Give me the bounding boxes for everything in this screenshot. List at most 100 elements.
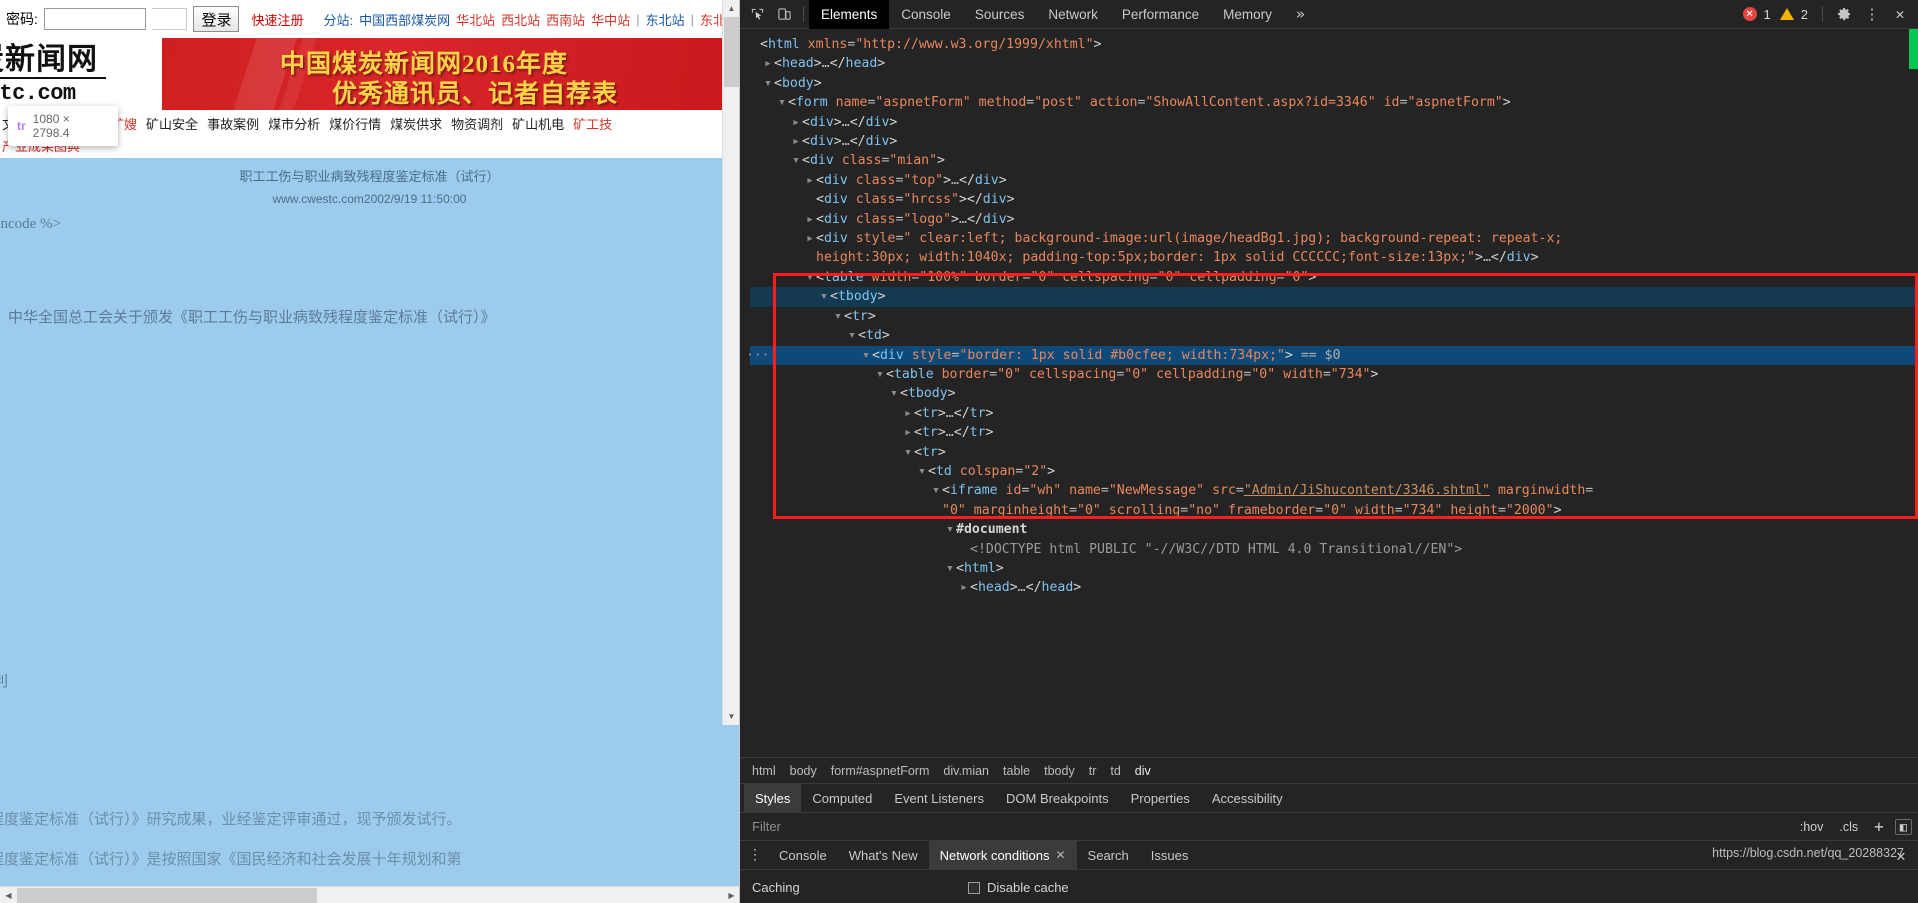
tab-console[interactable]: Console xyxy=(889,0,963,29)
login-button[interactable]: 登录 xyxy=(193,6,240,32)
substation-link-2[interactable]: 西北站 xyxy=(501,10,540,29)
substation-link-5[interactable]: 东北站 xyxy=(646,10,685,29)
breadcrumb-item-td[interactable]: td xyxy=(1110,764,1120,778)
gear-icon[interactable] xyxy=(1832,2,1856,26)
nav-item-4[interactable]: 事故案例 xyxy=(207,114,259,133)
dom-node-line[interactable]: ▾ <td colspan="2"> xyxy=(750,462,1918,481)
quick-register-link[interactable]: 快速注册 xyxy=(251,10,303,29)
tab-elements[interactable]: Elements xyxy=(809,0,890,29)
site-logo[interactable]: 炭新闻网 estc.com xyxy=(0,38,162,110)
disable-cache-row[interactable]: Disable cache xyxy=(968,880,1069,895)
drawer-tab-network-conditions[interactable]: Network conditions ✕ xyxy=(928,841,1077,869)
tab-accessibility[interactable]: Accessibility xyxy=(1201,784,1294,812)
tab-properties[interactable]: Properties xyxy=(1120,784,1201,812)
toggle-panel-icon[interactable]: ◧ xyxy=(1894,818,1912,835)
nav-item-10[interactable]: 矿工技 xyxy=(573,114,612,133)
dom-node-line[interactable]: ·height:30px; width:1040x; padding-top:5… xyxy=(750,248,1918,267)
substation-link-3[interactable]: 西南站 xyxy=(546,10,585,29)
drawer-tab-issues[interactable]: Issues xyxy=(1140,841,1200,869)
breadcrumb-item-tbody[interactable]: tbody xyxy=(1044,764,1075,778)
dom-node-line[interactable]: ▾ #document xyxy=(750,520,1918,539)
nav-item-5[interactable]: 煤市分析 xyxy=(268,114,320,133)
tab-event-listeners[interactable]: Event Listeners xyxy=(883,784,995,812)
tab-sources[interactable]: Sources xyxy=(963,0,1037,29)
tab-computed[interactable]: Computed xyxy=(801,784,883,812)
tab-network[interactable]: Network xyxy=(1036,0,1110,29)
breadcrumb-item-html[interactable]: html xyxy=(752,764,776,778)
drawer-tab-search[interactable]: Search xyxy=(1077,841,1140,869)
error-badge-icon[interactable]: ✕ xyxy=(1742,7,1757,21)
dom-node-line[interactable]: ·<!DOCTYPE html PUBLIC "-//W3C//DTD HTML… xyxy=(750,540,1918,559)
device-toolbar-icon[interactable] xyxy=(771,2,798,27)
dom-node-line[interactable]: ▾ <tr> xyxy=(750,443,1918,462)
breadcrumb-item-body[interactable]: body xyxy=(790,764,817,778)
cls-toggle-button[interactable]: .cls xyxy=(1834,820,1863,834)
drawer-tab-console[interactable]: Console xyxy=(768,841,838,869)
more-options-icon[interactable]: ⋮ xyxy=(1860,2,1884,26)
dom-node-line[interactable]: ·<div class="hrcss"></div> xyxy=(750,190,1918,209)
password-input[interactable] xyxy=(43,8,146,30)
disable-cache-checkbox[interactable] xyxy=(968,881,980,894)
more-tabs-icon[interactable]: » xyxy=(1284,0,1317,29)
dom-node-line[interactable]: ▸ <div class="logo">…</div> xyxy=(750,210,1918,229)
dom-node-line[interactable]: ▾ <table width="100%" border="0" cellspac… xyxy=(750,268,1918,287)
dom-node-line[interactable]: ▸ <div style=" clear:left; background-ima… xyxy=(750,229,1918,248)
dom-node-line[interactable]: ▾ <html> xyxy=(750,559,1918,578)
dom-node-line[interactable]: ▸ <div>…</div> xyxy=(750,132,1918,151)
filter-input[interactable]: Filter xyxy=(752,819,1789,834)
dom-node-line[interactable]: ▾ <iframe id="wh" name="NewMessage" src="… xyxy=(750,481,1918,500)
devtools-scroll-indicator[interactable] xyxy=(1909,29,1918,69)
scroll-right-arrow-icon[interactable]: ▶ xyxy=(723,887,739,903)
dom-node-line[interactable]: ▾ <tr> xyxy=(750,307,1918,326)
plus-icon[interactable]: + xyxy=(1869,817,1889,836)
breadcrumb-item-tr[interactable]: tr xyxy=(1089,764,1097,778)
dom-node-line[interactable]: ▾ <td> xyxy=(750,326,1918,345)
dom-node-line[interactable]: ▾ <body> xyxy=(750,74,1918,93)
breadcrumb-item-div-mian[interactable]: div.mian xyxy=(943,764,989,778)
scroll-thumb[interactable] xyxy=(724,17,739,87)
page-vertical-scrollbar[interactable]: ▲ ▼ xyxy=(722,0,739,725)
promo-banner[interactable]: 中国煤炭新闻网2016年度 优秀通讯员、记者自荐表 咨 xyxy=(162,38,739,110)
drawer-more-icon[interactable]: ⋮ xyxy=(742,841,768,869)
dom-tree[interactable]: ·<html xmlns="http://www.w3.org/1999/xht… xyxy=(740,29,1918,757)
hscroll-thumb[interactable] xyxy=(17,888,317,903)
scroll-down-arrow-icon[interactable]: ▼ xyxy=(723,708,739,725)
dom-node-line[interactable]: ▾ <tbody> xyxy=(750,384,1918,403)
dom-node-line[interactable]: ·"0" marginheight="0" scrolling="no" fra… xyxy=(750,501,1918,520)
dom-node-line[interactable]: ▾ <table border="0" cellspacing="0" cellp… xyxy=(750,365,1918,384)
close-icon-network-conditions[interactable]: ✕ xyxy=(1055,848,1065,862)
dom-node-line[interactable]: ▸ <div>…</div> xyxy=(750,113,1918,132)
tab-styles[interactable]: Styles xyxy=(744,784,802,812)
dom-node-line[interactable]: ▸ <tr>…</tr> xyxy=(750,423,1918,442)
hov-toggle-button[interactable]: :hov xyxy=(1795,820,1829,834)
nav-item-6[interactable]: 煤价行情 xyxy=(329,114,381,133)
dom-node-line[interactable]: ▾ <tbody> xyxy=(750,287,1918,307)
dom-node-line[interactable]: ▸ <head>…</head> xyxy=(750,578,1918,597)
nav-item-8[interactable]: 物资调剂 xyxy=(451,114,503,133)
nav-item-9[interactable]: 矿山机电 xyxy=(512,114,564,133)
nav-item-7[interactable]: 煤炭供求 xyxy=(390,114,442,133)
nav-item-3[interactable]: 矿山安全 xyxy=(146,114,198,133)
substation-link-1[interactable]: 华北站 xyxy=(456,10,495,29)
dom-node-line[interactable]: ▸ <head>…</head> xyxy=(750,54,1918,73)
scroll-up-arrow-icon[interactable]: ▲ xyxy=(723,0,739,17)
breadcrumb-item-form-aspnetForm[interactable]: form#aspnetForm xyxy=(831,764,930,778)
dom-node-line[interactable]: ▾ <div class="mian"> xyxy=(750,151,1918,170)
dom-node-line[interactable]: ·<html xmlns="http://www.w3.org/1999/xht… xyxy=(750,35,1918,54)
drawer-tab-whats-new[interactable]: What's New xyxy=(838,841,929,869)
breadcrumb-item-div[interactable]: div xyxy=(1135,764,1151,778)
dom-node-line[interactable]: ▸ <div class="top">…</div> xyxy=(750,171,1918,190)
dom-node-line[interactable]: ··· ▾ <div style="border: 1px solid #b0cfe… xyxy=(746,345,1918,365)
close-icon[interactable]: ✕ xyxy=(1888,2,1912,26)
tab-dom-breakpoints[interactable]: DOM Breakpoints xyxy=(995,784,1120,812)
tab-memory[interactable]: Memory xyxy=(1211,0,1284,29)
scroll-left-arrow-icon[interactable]: ◀ xyxy=(0,887,17,903)
dom-node-line[interactable]: ▾ <form name="aspnetForm" method="post" a… xyxy=(750,93,1918,112)
substation-link-0[interactable]: 中国西部煤炭网 xyxy=(359,10,450,29)
warning-badge-icon[interactable] xyxy=(1779,8,1794,20)
substation-link-4[interactable]: 华中站 xyxy=(591,10,630,29)
dom-node-line[interactable]: ▸ <tr>…</tr> xyxy=(750,404,1918,423)
inspect-element-icon[interactable] xyxy=(744,2,771,27)
page-horizontal-scrollbar[interactable]: ◀ ▶ xyxy=(0,886,739,903)
tab-performance[interactable]: Performance xyxy=(1110,0,1211,29)
